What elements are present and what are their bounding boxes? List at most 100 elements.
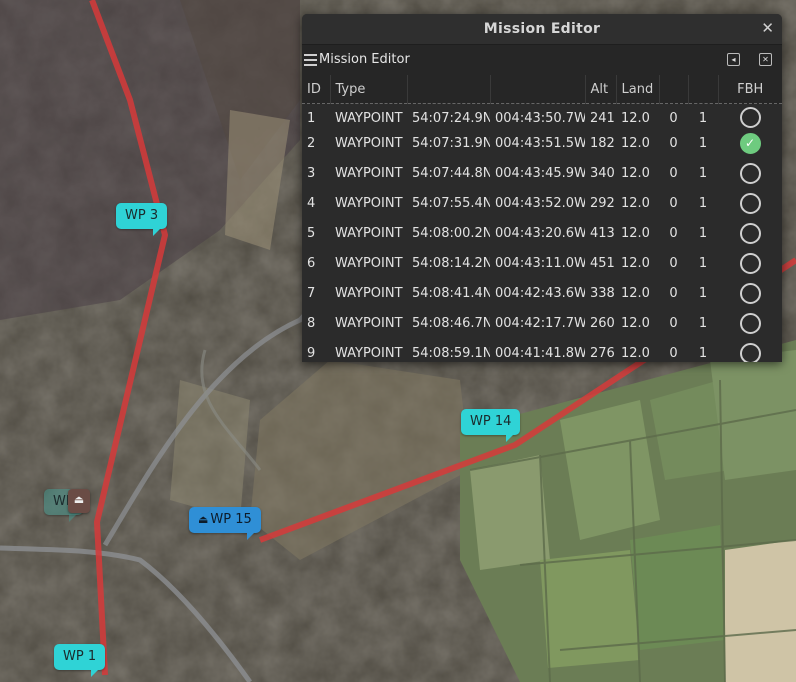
cell-c8: 1 <box>698 111 708 126</box>
cell-lon: 004:43:52.0W <box>495 195 585 211</box>
table-row[interactable]: 8 WAYPOINT 54:08:46.7N 004:42:17.7W 260 12.0 0… <box>302 308 782 338</box>
fbh-radio-icon[interactable] <box>739 107 761 128</box>
cell-id: 5 <box>307 225 316 241</box>
cell-type: WAYPOINT <box>335 285 403 301</box>
window-title: Mission Editor <box>483 21 601 37</box>
cell-c7: 0 <box>669 135 678 151</box>
table-row[interactable]: 2 WAYPOINT 54:07:31.9N 004:43:51.5W 182 12.0 0… <box>302 128 782 158</box>
cell-lon: 004:41:41.8W <box>495 345 585 361</box>
cell-lat: 54:07:55.4N <box>412 195 490 211</box>
col-header-7[interactable] <box>659 75 689 104</box>
fbh-radio-icon[interactable] <box>739 162 761 184</box>
cell-lon: 004:43:51.5W <box>495 135 585 151</box>
waypoint-label-wp1[interactable]: WP 1 <box>54 644 106 677</box>
cell-c8: 1 <box>698 135 708 151</box>
col-header-type[interactable]: Type <box>330 75 408 104</box>
cell-alt: 292 <box>590 195 615 211</box>
mission-table: ID Type Alt Land FBH 1 WAYPOINT 54:07:24.9… <box>302 75 782 362</box>
cell-c7: 0 <box>669 285 678 301</box>
cell-land: 12.0 <box>621 285 650 301</box>
cell-land: 12.0 <box>621 255 650 271</box>
cell-land: 12.0 <box>621 165 650 181</box>
cell-alt: 451 <box>590 255 615 271</box>
waypoint-label-wp3[interactable]: WP 3 <box>116 203 168 236</box>
cell-type: WAYPOINT <box>335 165 403 181</box>
cell-type: WAYPOINT <box>335 315 403 331</box>
cell-land: 12.0 <box>621 225 650 241</box>
cell-lat: 54:08:00.2N <box>412 225 490 241</box>
cell-land: 12.0 <box>621 135 650 151</box>
cell-land: 12.0 <box>621 315 650 331</box>
cell-fbh <box>718 158 782 188</box>
cell-c7: 0 <box>669 195 678 211</box>
cell-c8: 1 <box>698 285 708 301</box>
col-header-fbh[interactable]: FBH <box>718 75 782 104</box>
cell-alt: 182 <box>590 135 615 151</box>
cell-lat: 54:08:59.1N <box>412 345 490 361</box>
cell-id: 6 <box>307 255 316 271</box>
cell-id: 3 <box>307 165 316 181</box>
cell-fbh: ✓ <box>718 128 782 158</box>
cell-type: WAYPOINT <box>335 225 403 241</box>
waypoint-label-wp15[interactable]: ⏏ WP 15 <box>189 507 261 540</box>
cell-lat: 54:08:46.7N <box>412 315 490 331</box>
table-row[interactable]: 9 WAYPOINT 54:08:59.1N 004:41:41.8W 276 12.0 0… <box>302 338 782 362</box>
cell-c7: 0 <box>669 255 678 271</box>
cell-lat: 54:07:44.8N <box>412 165 490 181</box>
cell-c8: 1 <box>698 345 708 361</box>
col-header-lon[interactable] <box>490 75 586 104</box>
table-row[interactable]: 1 WAYPOINT 54:07:24.9N 004:43:50.7W 241 12.0 0… <box>302 104 782 128</box>
table-row[interactable]: 3 WAYPOINT 54:07:44.8N 004:43:45.9W 340 12.0 0… <box>302 158 782 188</box>
cell-id: 9 <box>307 345 316 361</box>
cell-lon: 004:42:43.6W <box>495 285 585 301</box>
close-dock-icon[interactable]: ✕ <box>759 53 772 66</box>
home-marker-icon[interactable]: ⏏ <box>68 489 90 513</box>
table-row[interactable]: 7 WAYPOINT 54:08:41.4N 004:42:43.6W 338 12.0 0… <box>302 278 782 308</box>
cell-id: 8 <box>307 315 316 331</box>
table-row[interactable]: 4 WAYPOINT 54:07:55.4N 004:43:52.0W 292 12.0 0… <box>302 188 782 218</box>
cell-c8: 1 <box>698 165 708 181</box>
col-header-land[interactable]: Land <box>616 75 660 104</box>
cell-id: 2 <box>307 135 316 151</box>
cell-id: 4 <box>307 195 316 211</box>
cell-type: WAYPOINT <box>335 111 403 126</box>
cell-land: 12.0 <box>621 195 650 211</box>
cell-alt: 276 <box>590 345 615 361</box>
fbh-radio-icon[interactable] <box>739 252 761 274</box>
cell-alt: 340 <box>590 165 615 181</box>
fbh-radio-checked-icon[interactable]: ✓ <box>739 132 761 154</box>
col-header-8[interactable] <box>688 75 719 104</box>
col-header-lat[interactable] <box>407 75 491 104</box>
cell-fbh <box>718 188 782 218</box>
col-header-id[interactable]: ID <box>302 75 331 104</box>
cell-c7: 0 <box>669 111 678 126</box>
cell-lat: 54:07:31.9N <box>412 135 490 151</box>
cell-alt: 413 <box>590 225 615 241</box>
table-row[interactable]: 5 WAYPOINT 54:08:00.2N 004:43:20.6W 413 12.0 0… <box>302 218 782 248</box>
fbh-radio-icon[interactable] <box>739 312 761 334</box>
cell-fbh <box>718 278 782 308</box>
cell-c7: 0 <box>669 315 678 331</box>
cell-lon: 004:42:17.7W <box>495 315 585 331</box>
table-header: ID Type Alt Land FBH <box>302 75 782 104</box>
window-close-icon[interactable]: ✕ <box>761 19 774 37</box>
fbh-radio-icon[interactable] <box>739 342 761 362</box>
fbh-radio-icon[interactable] <box>739 222 761 244</box>
cell-type: WAYPOINT <box>335 195 403 211</box>
table-row[interactable]: 6 WAYPOINT 54:08:14.2N 004:43:11.0W 451 12.0 0… <box>302 248 782 278</box>
hamburger-menu-icon[interactable] <box>304 54 317 69</box>
waypoint-label-wp14[interactable]: WP 14 <box>461 409 521 442</box>
cell-lon: 004:43:11.0W <box>495 255 585 271</box>
cell-c7: 0 <box>669 165 678 181</box>
cell-type: WAYPOINT <box>335 135 403 151</box>
cell-type: WAYPOINT <box>335 345 403 361</box>
cell-c7: 0 <box>669 225 678 241</box>
window-titlebar[interactable]: Mission Editor ✕ <box>302 14 782 44</box>
cell-land: 12.0 <box>621 111 650 126</box>
fbh-radio-icon[interactable] <box>739 282 761 304</box>
float-dock-icon[interactable]: ◂ <box>727 53 740 66</box>
fbh-radio-icon[interactable] <box>739 192 761 214</box>
col-header-alt[interactable]: Alt <box>585 75 617 104</box>
waypoint-label-wp15-text: WP 15 <box>210 512 252 527</box>
cell-c8: 1 <box>698 225 708 241</box>
